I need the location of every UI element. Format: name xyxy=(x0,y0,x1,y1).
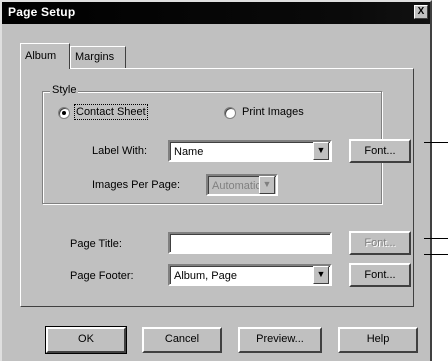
tab-album[interactable]: Album xyxy=(20,43,70,69)
tab-margins[interactable]: Margins xyxy=(70,46,126,68)
close-icon[interactable]: X xyxy=(414,5,428,19)
cancel-button[interactable]: Cancel xyxy=(142,327,222,353)
callout-line xyxy=(424,142,448,143)
help-button[interactable]: Help xyxy=(338,327,418,353)
preview-button[interactable]: Preview... xyxy=(238,327,322,353)
callout-line xyxy=(424,254,448,255)
page-setup-dialog: Page Setup X Album Margins Style Contact… xyxy=(0,0,432,361)
callout-line xyxy=(424,238,448,239)
ok-button[interactable]: OK xyxy=(45,326,127,354)
tab-album-label: Album xyxy=(25,50,57,62)
dialog-title: Page Setup xyxy=(8,5,76,19)
title-bar[interactable]: Page Setup X xyxy=(2,2,430,24)
tab-margins-label: Margins xyxy=(75,51,115,63)
album-tab-panel xyxy=(20,68,414,307)
